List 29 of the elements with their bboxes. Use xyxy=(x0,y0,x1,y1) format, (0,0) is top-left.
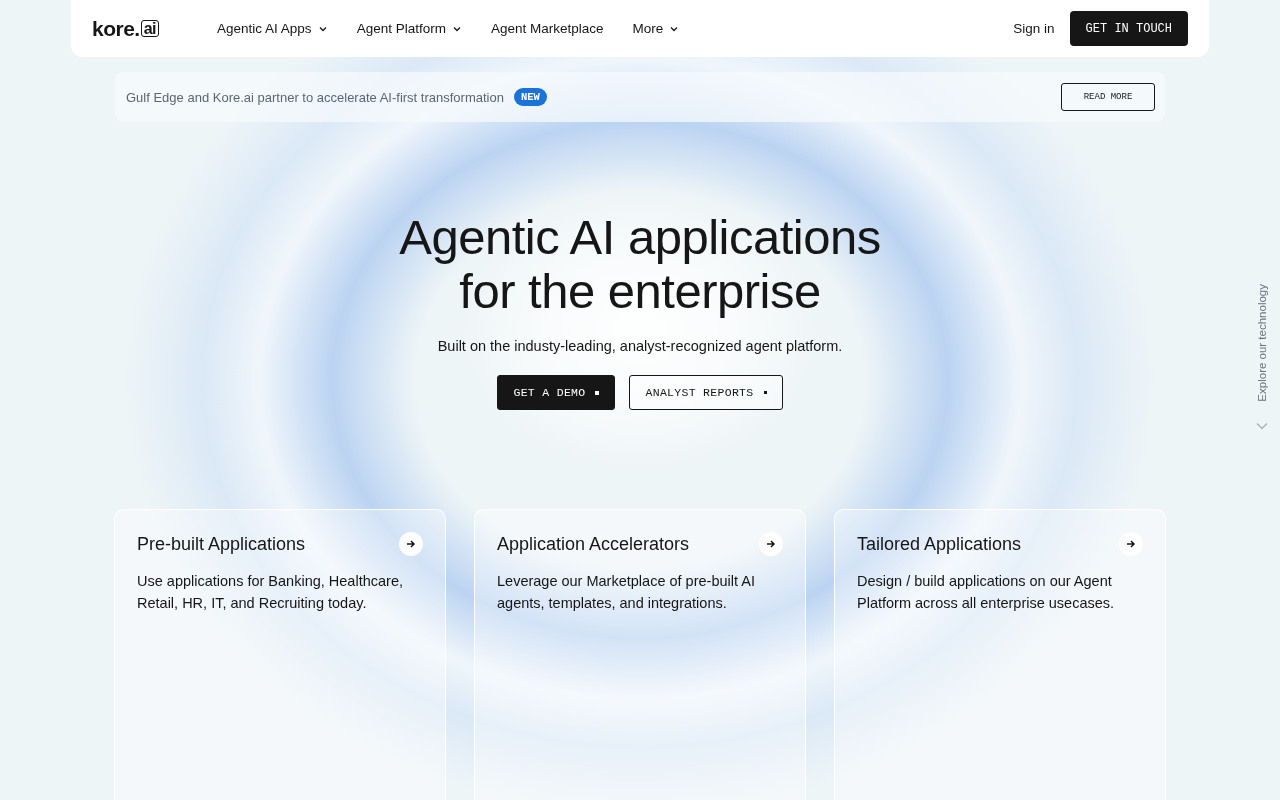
hero-heading: Agentic AI applications xyxy=(399,210,881,264)
card-title: Pre-built Applications xyxy=(137,533,306,555)
feature-card[interactable]: Pre-built Applications Use applications for Banking, Healthcare, Retail, HR, IT, and Recruiting today. xyxy=(114,509,446,800)
feature-card[interactable]: Tailored Applications Design / build applications on our Agent Platform across all enterprise usecases. xyxy=(834,509,1166,800)
logo-badge[interactable]: ai xyxy=(140,20,160,37)
analyst-reports-button[interactable]: ANALYST REPORTS xyxy=(629,375,783,410)
card-description: Design / build applications on our Agent Platform across all enterprise usecases. xyxy=(857,572,1116,613)
nav-link[interactable]: Agent Platform xyxy=(356,21,462,36)
card-title: Application Accelerators xyxy=(497,533,690,555)
arrow-right-icon[interactable] xyxy=(759,532,783,556)
nav-link[interactable]: Agentic AI Apps xyxy=(217,21,328,36)
logo-wordmark[interactable]: kore. xyxy=(92,16,140,41)
arrow-right-icon[interactable] xyxy=(399,532,423,556)
hero-subtitle: Built on the industy-leading, analyst-recognized agent platform. xyxy=(437,338,843,354)
card-description: Use applications for Banking, Healthcare, Retail, HR, IT, and Recruiting today. xyxy=(137,572,404,613)
read-more-button[interactable]: READ MORE xyxy=(1061,83,1155,111)
card-description: Leverage our Marketplace of pre-built AI agents, templates, and integrations. xyxy=(497,572,756,613)
hero-heading: for the enterprise xyxy=(458,264,822,318)
sign-in-link[interactable]: Sign in xyxy=(1013,21,1055,36)
nav-link[interactable]: More xyxy=(632,21,680,36)
explore-technology-link[interactable]: Explore our technology xyxy=(1256,284,1268,402)
arrow-right-icon[interactable] xyxy=(1119,532,1143,556)
nav-link[interactable]: Agent Marketplace xyxy=(490,21,604,36)
announcement-text: Gulf Edge and Kore.ai partner to accelerate AI-first transformation xyxy=(126,89,504,105)
get-in-touch-button[interactable]: GET IN TOUCH xyxy=(1069,11,1188,46)
get-demo-button[interactable]: GET A DEMO xyxy=(497,375,616,410)
card-title: Tailored Applications xyxy=(857,533,1022,555)
new-badge: NEW xyxy=(513,88,547,106)
feature-card[interactable]: Application Accelerators Leverage our Marketplace of pre-built AI agents, templates, and integrations. xyxy=(474,509,806,800)
